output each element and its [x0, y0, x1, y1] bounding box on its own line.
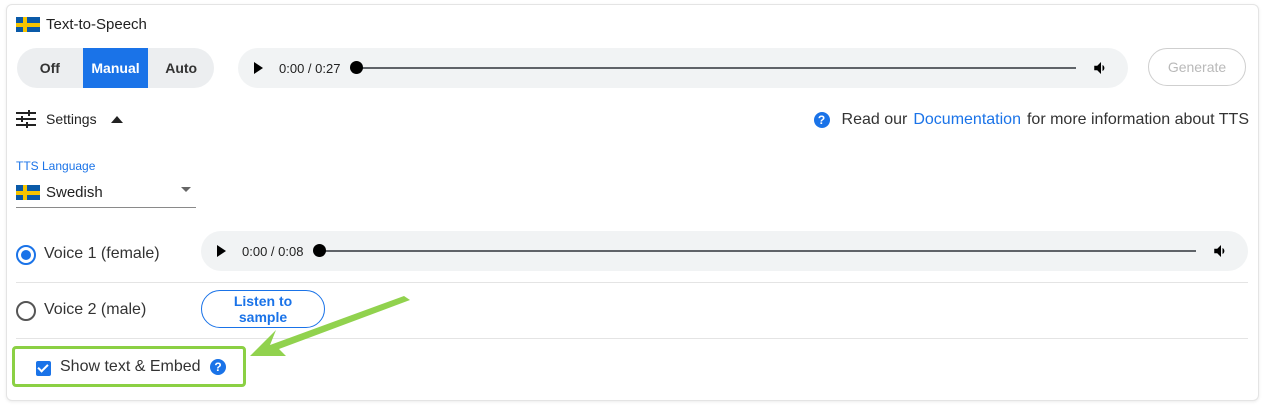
play-icon[interactable]: [254, 62, 263, 74]
voice-1-seekbar[interactable]: [313, 244, 1196, 257]
main-audio-seekbar[interactable]: [350, 61, 1076, 74]
listen-to-sample-button[interactable]: Listen to sample: [201, 290, 325, 328]
voice-2-radio[interactable]: [16, 301, 36, 321]
voice-1-label: Voice 1 (female): [44, 245, 160, 262]
settings-label: Settings: [46, 111, 97, 127]
show-text-embed-label: Show text & Embed: [60, 358, 201, 375]
mode-manual-button[interactable]: Manual: [82, 48, 149, 88]
voice-1-audio-player: 0:00 / 0:08: [201, 231, 1248, 271]
play-icon[interactable]: [217, 245, 226, 257]
mode-auto-button[interactable]: Auto: [148, 48, 214, 88]
tts-title: Text-to-Speech: [46, 16, 147, 33]
docs-suffix: for more information about TTS: [1026, 111, 1249, 128]
help-icon[interactable]: ?: [813, 112, 830, 128]
divider: [16, 282, 1248, 283]
caret-up-icon: [110, 115, 123, 123]
tts-language-label: TTS Language: [16, 159, 96, 173]
settings-toggle[interactable]: Settings: [16, 110, 123, 128]
docs-info: ? Read our Documentation for more inform…: [813, 111, 1249, 129]
divider: [16, 338, 1248, 339]
seek-knob[interactable]: [350, 61, 364, 74]
mode-off-button[interactable]: Off: [17, 48, 83, 88]
voice-1-radio[interactable]: [16, 245, 36, 265]
voice-2-label: Voice 2 (male): [44, 301, 147, 318]
help-icon[interactable]: ?: [210, 359, 226, 375]
generate-button[interactable]: Generate: [1148, 48, 1246, 86]
tts-header: Text-to-Speech: [16, 16, 147, 33]
chevron-down-icon: [181, 187, 191, 192]
voice-1-audio-time: 0:00 / 0:08: [242, 243, 304, 259]
sweden-flag-icon: [16, 184, 40, 200]
tts-language-select[interactable]: Swedish: [16, 177, 196, 208]
mode-toggle: Off Manual Auto: [17, 48, 214, 88]
seek-knob[interactable]: [313, 244, 327, 257]
show-text-embed-checkbox[interactable]: [36, 361, 51, 376]
volume-icon[interactable]: [1212, 242, 1230, 260]
sliders-icon: [16, 110, 36, 128]
sweden-flag-icon: [16, 17, 40, 32]
main-audio-time: 0:00 / 0:27: [279, 60, 341, 76]
tts-language-value: Swedish: [46, 183, 103, 201]
docs-prefix: Read our: [841, 111, 908, 128]
main-audio-player: 0:00 / 0:27: [238, 48, 1128, 88]
documentation-link[interactable]: Documentation: [913, 111, 1021, 129]
volume-icon[interactable]: [1092, 59, 1110, 77]
